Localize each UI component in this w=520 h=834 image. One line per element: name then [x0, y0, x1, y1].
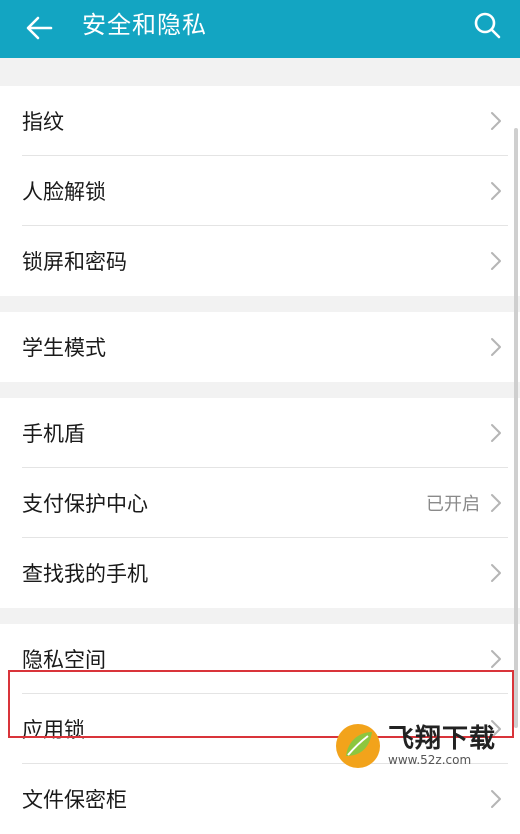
settings-list: 指纹 人脸解锁 锁屏和密码 学生模式 手机盾 支付保护中心 已开启 查找我的手机… — [0, 58, 520, 834]
chevron-right-icon — [491, 494, 501, 512]
row-payment-protection[interactable]: 支付保护中心 已开启 — [0, 468, 520, 538]
app-bar: 安全和隐私 — [0, 0, 520, 58]
row-label: 应用锁 — [22, 718, 85, 742]
row-private-space[interactable]: 隐私空间 — [0, 624, 520, 694]
group-security: 手机盾 支付保护中心 已开启 查找我的手机 — [0, 398, 520, 608]
row-label: 锁屏和密码 — [22, 250, 127, 274]
row-label: 查找我的手机 — [22, 562, 148, 586]
page-title: 安全和隐私 — [82, 11, 207, 39]
row-lockscreen-password[interactable]: 锁屏和密码 — [0, 226, 520, 296]
search-icon — [474, 12, 501, 39]
scrollbar[interactable] — [514, 128, 518, 728]
row-student-mode[interactable]: 学生模式 — [0, 312, 520, 382]
row-phone-shield[interactable]: 手机盾 — [0, 398, 520, 468]
status-text: 已开启 — [426, 494, 480, 515]
row-label: 指纹 — [22, 110, 64, 134]
row-find-my-phone[interactable]: 查找我的手机 — [0, 538, 520, 608]
list-top-spacer — [0, 58, 520, 86]
chevron-right-icon — [491, 720, 501, 738]
chevron-right-icon — [491, 424, 501, 442]
row-label: 手机盾 — [22, 422, 85, 446]
back-button[interactable] — [22, 11, 56, 45]
row-label: 文件保密柜 — [22, 788, 127, 812]
group-spacer — [0, 296, 520, 312]
group-biometrics: 指纹 人脸解锁 锁屏和密码 — [0, 86, 520, 296]
chevron-right-icon — [491, 182, 501, 200]
row-label: 支付保护中心 — [22, 492, 148, 516]
row-fingerprint[interactable]: 指纹 — [0, 86, 520, 156]
row-label: 学生模式 — [22, 336, 106, 360]
row-file-safe[interactable]: 文件保密柜 — [0, 764, 520, 834]
group-student: 学生模式 — [0, 312, 520, 382]
row-app-lock[interactable]: 应用锁 — [0, 694, 520, 764]
group-spacer — [0, 608, 520, 624]
chevron-right-icon — [491, 790, 501, 808]
search-button[interactable] — [470, 8, 504, 42]
row-label: 隐私空间 — [22, 648, 106, 672]
group-privacy: 隐私空间 应用锁 文件保密柜 — [0, 624, 520, 834]
chevron-right-icon — [491, 564, 501, 582]
chevron-right-icon — [491, 338, 501, 356]
group-spacer — [0, 382, 520, 398]
chevron-right-icon — [491, 252, 501, 270]
arrow-left-icon — [26, 16, 53, 40]
chevron-right-icon — [491, 112, 501, 130]
row-face-unlock[interactable]: 人脸解锁 — [0, 156, 520, 226]
chevron-right-icon — [491, 650, 501, 668]
row-label: 人脸解锁 — [22, 180, 106, 204]
